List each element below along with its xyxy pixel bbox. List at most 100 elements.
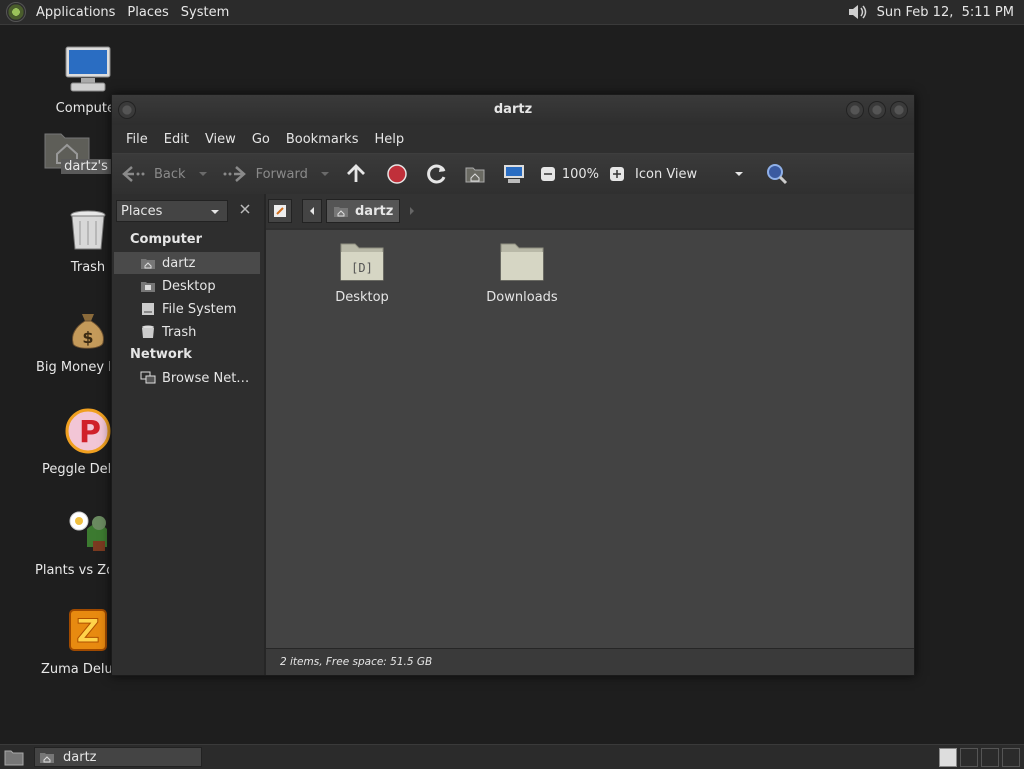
menu-help[interactable]: Help [366,132,412,147]
menu-go[interactable]: Go [244,132,278,147]
taskbar-button-dartz[interactable]: dartz [34,747,202,767]
file-name: Desktop [335,290,389,305]
sidebar-item-browse-network[interactable]: Browse Net… [114,367,260,389]
taskbar-label: dartz [63,749,97,765]
side-heading-network: Network [130,347,192,362]
chevron-down-icon [211,210,219,214]
view-mode-label: Icon View [635,166,698,182]
desktop-icon-label: Big Money Deluxe [36,360,110,375]
window-menu-button[interactable] [118,101,136,119]
file-manager-window: dartz File Edit View Go Bookmarks Help B… [111,94,915,676]
sidebar-item-file-system[interactable]: File System [114,298,260,320]
back-arrow-icon [122,166,145,182]
zoom-level: 100% [561,166,600,182]
sidebar-item-desktop[interactable]: Desktop [114,275,260,297]
distro-logo-icon[interactable] [6,2,26,22]
file-item-downloads[interactable]: Downloads [477,240,567,305]
side-heading-computer: Computer [130,232,203,247]
forward-label: Forward [255,166,308,182]
workspace-4[interactable] [1002,748,1020,767]
chevron-left-icon [310,207,314,215]
money-bag-icon: $ [72,314,104,349]
path-label: dartz [355,203,394,219]
system-menu[interactable]: System [175,5,235,20]
back-button[interactable]: Back [120,164,212,184]
trash-icon [142,325,154,338]
desktop-icon-label: Peggle Deluxe [42,462,116,477]
minimize-button[interactable] [846,101,864,119]
sidebar-item-label: File System [162,301,237,317]
close-icon [240,204,250,214]
maximize-button[interactable] [868,101,886,119]
forward-arrow-icon [223,166,246,182]
desktop-icon [141,282,155,292]
chevron-down-icon[interactable] [194,169,212,179]
volume-icon[interactable] [847,2,869,22]
close-side-pane-button[interactable] [234,200,256,222]
bottom-panel: dartz [0,744,1024,769]
svg-text:$: $ [82,328,93,347]
zoom-out-icon[interactable] [540,166,556,182]
places-menu[interactable]: Places [121,5,174,20]
svg-text:Z: Z [76,612,99,650]
trash-icon [70,210,106,250]
path-bar: dartz [268,199,420,223]
location-toggle-button[interactable] [268,199,292,223]
computer-icon[interactable] [502,163,526,185]
side-pane-selector-label: Places [121,204,163,219]
search-icon[interactable] [765,162,789,186]
path-scroll-left-button[interactable] [302,199,322,223]
close-button[interactable] [890,101,908,119]
desktop-icon-label: Zuma Deluxe [41,662,115,677]
home-icon [40,753,54,763]
edit-location-icon [274,205,286,217]
file-name: Downloads [486,290,558,305]
workspace-2[interactable] [960,748,978,767]
up-arrow-icon[interactable] [344,162,368,186]
sidebar-item-label: dartz [162,255,196,271]
zuma-icon: Z [69,609,107,651]
svg-text:[D]: [D] [351,261,373,275]
clock[interactable]: Sun Feb 12, 5:11 PM [877,5,1014,20]
window-titlebar[interactable]: dartz [112,95,914,125]
menubar: File Edit View Go Bookmarks Help [112,125,914,153]
status-bar: 2 items, Free space: 51.5 GB [266,648,914,675]
sidebar-item-label: Browse Net… [162,370,250,386]
computer-icon [65,46,111,92]
desktop-folder-icon: [D] [340,243,384,281]
side-pane-selector[interactable]: Places [116,200,228,222]
sidebar-item-trash[interactable]: Trash [114,321,260,343]
zoom-in-icon[interactable] [609,166,625,182]
workspace-3[interactable] [981,748,999,767]
menu-view[interactable]: View [197,132,244,147]
toolbar: Back Forward 100% Icon View [112,153,914,195]
top-panel: Applications Places System Sun Feb 12, 5… [0,0,1024,25]
plants-vs-zombies-icon [69,511,107,551]
window-title: dartz [493,102,533,117]
sidebar-item-label: Desktop [162,278,216,294]
view-mode-select[interactable]: Icon View [635,167,745,182]
menu-edit[interactable]: Edit [156,132,197,147]
file-view[interactable]: [D] Desktop Downloads [266,230,914,648]
file-item-desktop[interactable]: [D] Desktop [317,240,407,305]
chevron-down-icon[interactable] [316,169,334,179]
stop-icon[interactable] [386,163,408,185]
applications-menu[interactable]: Applications [30,5,121,20]
peggle-icon: P [65,408,111,454]
reload-icon[interactable] [426,163,448,185]
drive-icon [142,303,154,315]
sidebar-item-label: Trash [162,324,197,340]
path-scroll-right-button[interactable] [404,200,420,222]
chevron-right-icon [410,207,415,215]
chevron-down-icon [735,172,744,176]
path-button-dartz[interactable]: dartz [326,199,401,223]
menu-file[interactable]: File [118,132,156,147]
home-icon [141,259,155,269]
menu-bookmarks[interactable]: Bookmarks [278,132,367,147]
home-icon[interactable] [464,164,486,184]
side-pane: Places Computer dartz Desktop File Syste… [112,194,266,675]
show-desktop-icon[interactable] [4,748,24,766]
workspace-1[interactable] [939,748,957,767]
forward-button[interactable]: Forward [222,164,334,184]
sidebar-item-dartz[interactable]: dartz [114,252,260,274]
